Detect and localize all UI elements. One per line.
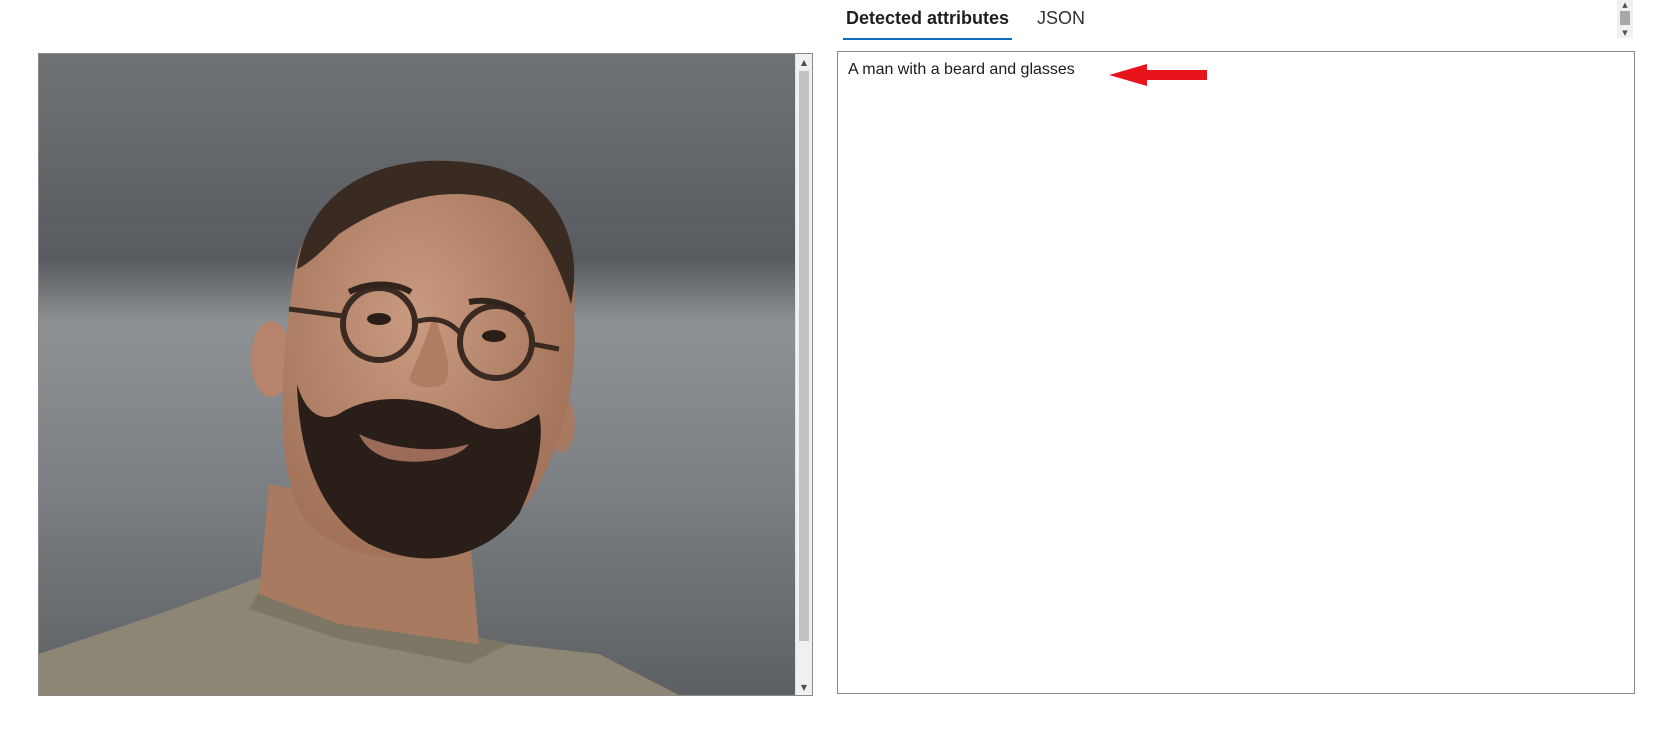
page: ▲ ▼ Detected attributes JSON ▲ ▼ A man w…	[0, 0, 1675, 736]
page-scroll-thumb[interactable]	[1620, 11, 1630, 25]
image-panel-scrollbar[interactable]: ▲ ▼	[795, 54, 812, 695]
page-scroll-down-arrow-icon[interactable]: ▼	[1617, 28, 1633, 38]
detected-attributes-panel: A man with a beard and glasses	[837, 51, 1635, 694]
image-panel-scroll-thumb[interactable]	[799, 71, 809, 641]
scroll-up-arrow-icon[interactable]: ▲	[796, 54, 812, 70]
red-arrow-left-icon	[1109, 64, 1207, 86]
result-tabs: Detected attributes JSON	[843, 0, 1110, 40]
tab-detected-attributes[interactable]: Detected attributes	[843, 0, 1013, 40]
tab-json[interactable]: JSON	[1034, 0, 1088, 40]
caption-text: A man with a beard and glasses	[848, 61, 1075, 78]
image-panel: ▲ ▼	[38, 53, 813, 696]
page-scrollbar[interactable]: ▲ ▼	[1617, 0, 1633, 38]
person-photo	[39, 54, 796, 695]
scroll-down-arrow-icon[interactable]: ▼	[796, 679, 812, 695]
page-scroll-up-arrow-icon[interactable]: ▲	[1617, 0, 1633, 10]
